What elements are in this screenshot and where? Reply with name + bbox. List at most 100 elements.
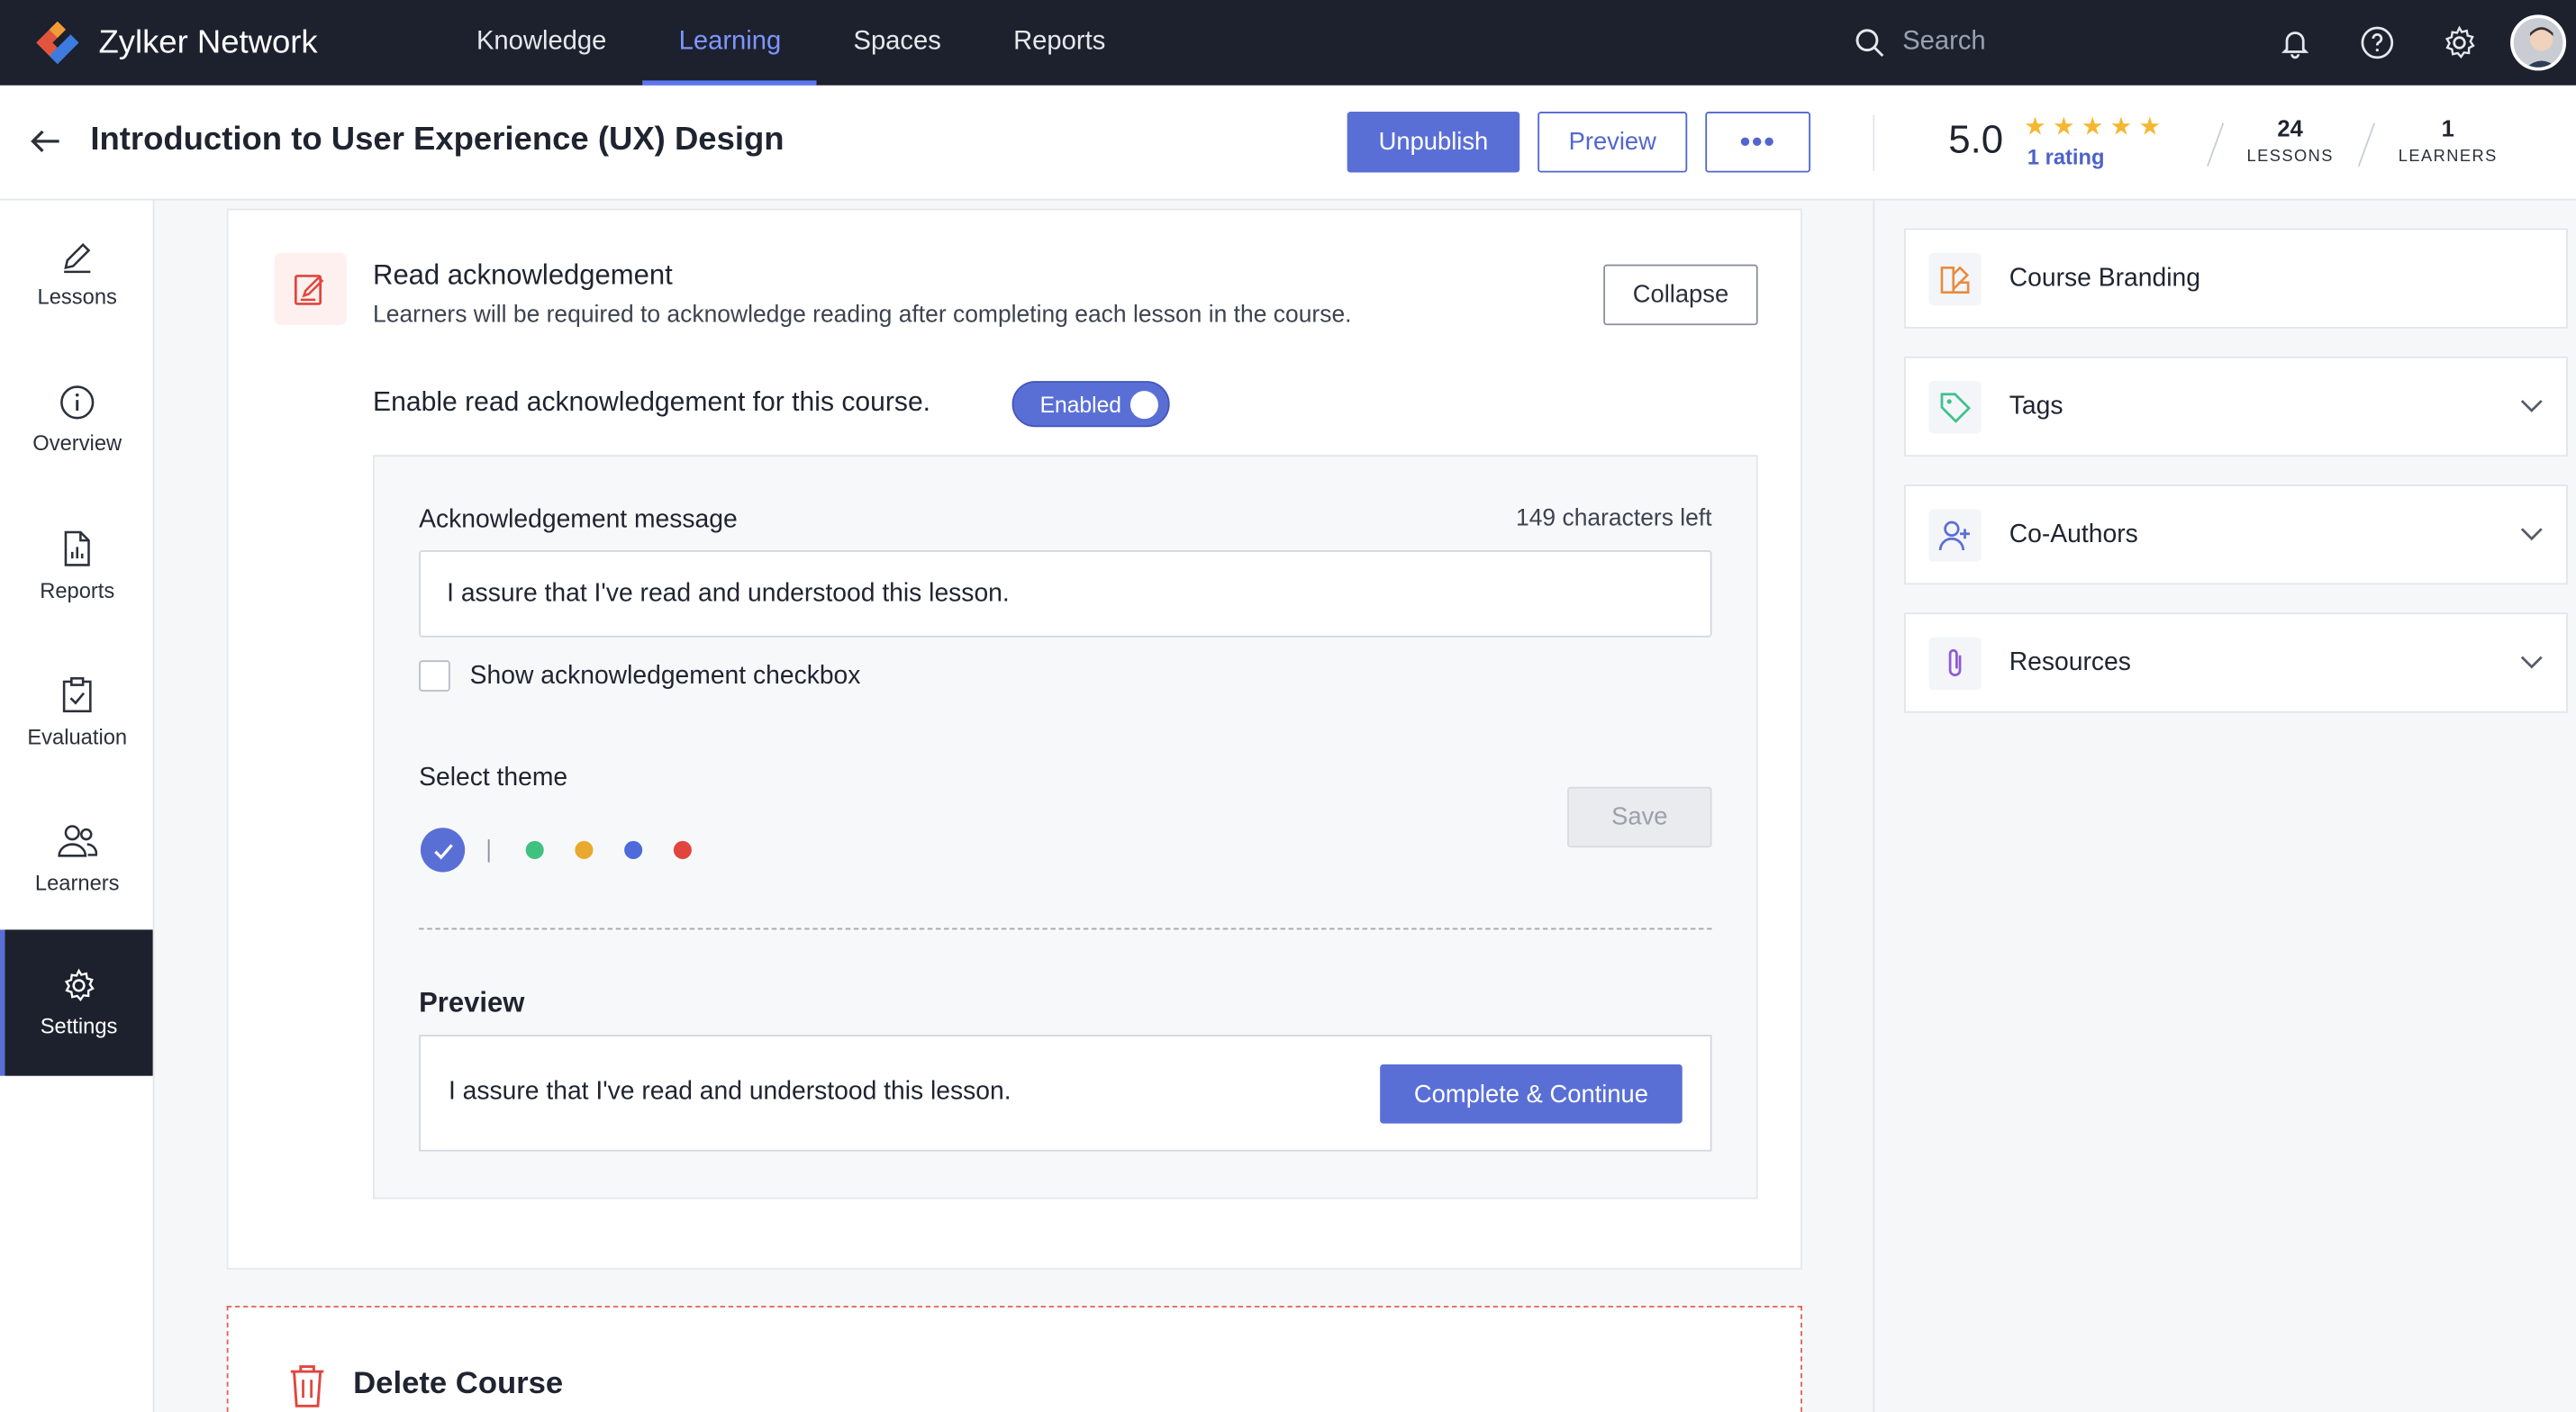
page-title: Introduction to User Experience (UX) Des… xyxy=(90,121,785,158)
star-icon: ★ xyxy=(2081,113,2104,141)
pencil-icon xyxy=(64,242,91,274)
chevron-down-icon[interactable] xyxy=(2517,519,2546,548)
tags-label: Tags xyxy=(2009,392,2064,421)
search-icon xyxy=(1855,29,1884,58)
sidebar-item-overview[interactable]: Overview xyxy=(0,347,154,493)
enable-label: Enable read acknowledgement for this cou… xyxy=(373,387,931,418)
learners-label: LEARNERS xyxy=(2398,148,2498,167)
top-actions xyxy=(2254,0,2576,86)
complete-continue-button[interactable]: Complete & Continue xyxy=(1380,1064,1683,1124)
section-title: Read acknowledgement xyxy=(373,259,673,291)
brand[interactable]: Zylker Network xyxy=(30,14,408,70)
theme-option-yellow[interactable] xyxy=(575,840,594,859)
bell-icon[interactable] xyxy=(2254,0,2336,86)
acknowledgement-message-input[interactable] xyxy=(419,550,1712,638)
show-acknowledgement-checkbox[interactable] xyxy=(419,660,450,692)
resources-card[interactable]: Resources xyxy=(1904,612,2568,713)
back-arrow-icon[interactable] xyxy=(26,122,66,161)
paperclip-icon xyxy=(1928,637,1982,691)
save-button[interactable]: Save xyxy=(1567,786,1712,848)
add-person-icon xyxy=(1928,509,1982,562)
toggle-label: Enabled xyxy=(1039,392,1121,417)
tags-card[interactable]: Tags xyxy=(1904,356,2568,457)
theme-option-blue[interactable] xyxy=(624,840,643,859)
co-authors-card[interactable]: Co-Authors xyxy=(1904,484,2568,585)
course-branding-label: Course Branding xyxy=(2009,264,2200,293)
help-icon[interactable] xyxy=(2336,0,2418,86)
acknowledge-edit-icon xyxy=(274,252,347,326)
lessons-stat: 24 LESSONS xyxy=(2245,115,2336,167)
gear-icon xyxy=(64,968,95,1002)
message-label: Acknowledgement message xyxy=(419,505,738,534)
star-icon: ★ xyxy=(2109,113,2133,141)
chevron-down-icon[interactable] xyxy=(2517,647,2546,677)
more-options-button[interactable]: ••• xyxy=(1705,112,1811,173)
checkbox-label: Show acknowledgement checkbox xyxy=(469,661,861,690)
characters-left: 149 characters left xyxy=(1516,505,1712,532)
stat-separator xyxy=(2207,122,2225,167)
show-checkbox-row[interactable]: Show acknowledgement checkbox xyxy=(419,660,860,692)
tag-icon xyxy=(1928,381,1982,434)
check-icon xyxy=(433,843,452,859)
sidebar-item-label: Overview xyxy=(32,430,122,456)
lessons-count: 24 xyxy=(2277,114,2303,141)
preview-text: I assure that I've read and understood t… xyxy=(448,1077,1011,1106)
star-icon: ★ xyxy=(2024,113,2046,141)
course-branding-card[interactable]: Course Branding xyxy=(1904,228,2568,329)
unpublish-button[interactable]: Unpublish xyxy=(1347,112,1520,173)
learners-stat: 1 LEARNERS xyxy=(2395,115,2500,167)
nav-tab-knowledge[interactable]: Knowledge xyxy=(440,0,643,86)
sidebar-item-label: Learners xyxy=(34,870,120,896)
acknowledgement-settings-panel: Acknowledgement message 149 characters l… xyxy=(373,455,1758,1199)
main-nav: Knowledge Learning Spaces Reports xyxy=(440,0,1142,86)
sidebar-item-label: Settings xyxy=(40,1013,118,1038)
delete-course-title: Delete Course xyxy=(353,1366,564,1401)
resources-label: Resources xyxy=(2009,648,2131,677)
header-divider xyxy=(1873,114,1875,171)
sidebar-item-label: Evaluation xyxy=(27,724,128,749)
preview-button[interactable]: Preview xyxy=(1537,112,1688,173)
enable-toggle[interactable]: Enabled xyxy=(1011,381,1170,428)
chevron-down-icon[interactable] xyxy=(2517,391,2546,421)
user-avatar[interactable] xyxy=(2510,14,2567,71)
nav-tab-spaces[interactable]: Spaces xyxy=(817,0,977,86)
co-authors-label: Co-Authors xyxy=(2009,520,2138,549)
theme-option-red[interactable] xyxy=(673,840,692,859)
toggle-knob xyxy=(1129,391,1158,420)
theme-option-green[interactable] xyxy=(525,840,544,859)
top-navbar: Zylker Network Knowledge Learning Spaces… xyxy=(0,0,2576,86)
sidebar-item-evaluation[interactable]: Evaluation xyxy=(0,639,154,785)
gear-icon[interactable] xyxy=(2418,0,2500,86)
brand-name: Zylker Network xyxy=(98,23,318,60)
sidebar-item-reports[interactable]: Reports xyxy=(0,493,154,638)
sidebar-item-lessons[interactable]: Lessons xyxy=(0,201,154,347)
zylker-logo-icon xyxy=(30,14,86,70)
info-icon xyxy=(60,385,95,420)
learners-count: 1 xyxy=(2441,114,2454,141)
section-description: Learners will be required to acknowledge… xyxy=(373,302,1352,329)
sidebar-item-settings[interactable]: Settings xyxy=(5,929,153,1076)
search-input[interactable]: Search xyxy=(1902,28,1985,58)
theme-picker xyxy=(420,828,723,873)
lessons-label: LESSONS xyxy=(2246,148,2334,167)
read-acknowledgement-card: Read acknowledgement Learners will be re… xyxy=(226,208,1802,1270)
section-divider xyxy=(419,928,1712,930)
theme-separator xyxy=(487,838,490,862)
course-sidebar: Lessons Overview Reports Evaluation Lear… xyxy=(0,200,155,1412)
search-box[interactable]: Search xyxy=(1853,20,2214,66)
star-icon: ★ xyxy=(2138,113,2162,141)
report-icon xyxy=(64,530,90,566)
preview-label: Preview xyxy=(419,987,525,1018)
theme-option-selected[interactable] xyxy=(420,828,466,873)
nav-tab-learning[interactable]: Learning xyxy=(642,0,818,86)
right-settings-panel: Course Branding Tags Co-Authors Resource… xyxy=(1873,200,2576,1412)
stat-separator xyxy=(2357,122,2376,167)
sidebar-item-learners[interactable]: Learners xyxy=(0,785,154,931)
sidebar-item-label: Reports xyxy=(40,578,115,603)
collapse-button[interactable]: Collapse xyxy=(1603,264,1758,326)
nav-tab-reports[interactable]: Reports xyxy=(977,0,1141,86)
rating-count-link[interactable]: 1 rating xyxy=(2027,145,2105,169)
branding-icon xyxy=(1928,252,1982,306)
acknowledgement-preview: I assure that I've read and understood t… xyxy=(419,1035,1712,1152)
trash-icon xyxy=(287,1363,327,1412)
